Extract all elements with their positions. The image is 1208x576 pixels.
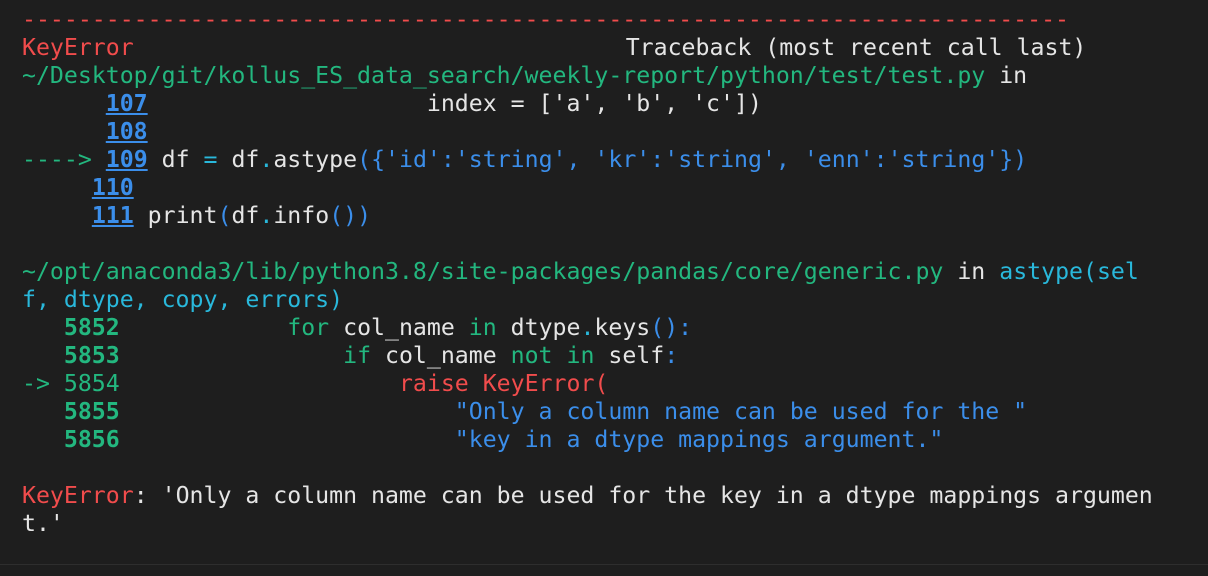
frame2-file-path[interactable]: ~/opt/anaconda3/lib/python3.8/site-packa… xyxy=(22,258,943,285)
code-token: = xyxy=(189,146,232,173)
code-line-107: 107 index = ['a', 'b', 'c']) xyxy=(22,90,1202,118)
line-number-5856: 5856 xyxy=(63,426,120,453)
code-token: . xyxy=(259,202,274,229)
line-number-link-107[interactable]: 107 xyxy=(106,90,148,117)
code-token: ( xyxy=(594,370,609,397)
frame2-function-cont: f, dtype, copy, errors) xyxy=(22,286,344,313)
code-token: print xyxy=(147,202,218,229)
code-token: . xyxy=(580,314,595,341)
code-token: col_name xyxy=(329,314,469,341)
final-error-message-cont: t.' xyxy=(22,510,64,537)
frame1-file-path[interactable]: ~/Desktop/git/kollus_ES_data_search/week… xyxy=(22,62,985,89)
code-line-5855: 5855 "Only a column name can be used for… xyxy=(22,398,1202,426)
final-error-message: : 'Only a column name can be used for th… xyxy=(133,482,1153,509)
final-error-name: KeyError xyxy=(22,482,134,509)
code-token: info xyxy=(273,202,330,229)
code-token: dtype xyxy=(496,314,581,341)
code-token: keys xyxy=(594,314,651,341)
line-number-5854: 5854 xyxy=(63,370,120,397)
code-token: if xyxy=(343,342,372,369)
line-number-link-108[interactable]: 108 xyxy=(106,118,148,145)
traceback-separator: ----------------------------------------… xyxy=(22,6,1070,33)
frame2-path-line: ~/opt/anaconda3/lib/python3.8/site-packa… xyxy=(22,258,1202,286)
current-line-arrow: ----> xyxy=(22,146,92,173)
final-error-line: KeyError: 'Only a column name can be use… xyxy=(22,482,1202,510)
code-token: df xyxy=(161,146,190,173)
error-name: KeyError xyxy=(22,34,134,61)
code-line-5854: -> 5854 raise KeyError( xyxy=(22,370,1202,398)
code-string: "Only a column name can be used for the … xyxy=(454,398,1028,425)
code-line-5856: 5856 "key in a dtype mappings argument." xyxy=(22,426,1202,454)
code-token: : xyxy=(664,342,679,369)
code-token: ()) xyxy=(329,202,372,229)
code-string: "key in a dtype mappings argument." xyxy=(454,426,944,453)
traceback-header: Traceback (most recent call last) xyxy=(625,34,1087,61)
traceback-header-line: KeyError Traceback (most recent call last… xyxy=(22,34,1202,62)
frame1-in-word: in xyxy=(999,62,1028,89)
line-number-5853: 5853 xyxy=(63,342,120,369)
code-token: df xyxy=(231,202,260,229)
code-token: . xyxy=(259,146,274,173)
line-number-link-111[interactable]: 111 xyxy=(92,202,134,229)
code-line-5852: 5852 for col_name in dtype.keys(): xyxy=(22,314,1202,342)
code-token: df xyxy=(231,146,260,173)
current-line-arrow: -> xyxy=(22,370,64,397)
line-number-5855: 5855 xyxy=(63,398,120,425)
frame1-path-line: ~/Desktop/git/kollus_ES_data_search/week… xyxy=(22,62,1202,90)
code-token: in xyxy=(468,314,497,341)
code-line-111: 111 print(df.info()) xyxy=(22,202,1202,230)
code-token: KeyError xyxy=(482,370,595,397)
code-token: (): xyxy=(650,314,693,341)
output-bottom-border xyxy=(0,564,1208,565)
frame2-in-word: in xyxy=(957,258,986,285)
code-token: ({'id':'string', 'kr':'string', 'enn':'s… xyxy=(357,146,1028,173)
line-number-5852: 5852 xyxy=(63,314,120,341)
code-line-108: 108 xyxy=(22,118,1202,146)
code-token: self xyxy=(594,342,665,369)
code-line-5853: 5853 if col_name not in self: xyxy=(22,342,1202,370)
code-token: for xyxy=(287,314,330,341)
terminal-output: ----------------------------------------… xyxy=(22,6,1202,538)
code-text-107: index = ['a', 'b', 'c']) xyxy=(147,90,762,117)
code-line-109: ----> 109 df = df.astype({'id':'string',… xyxy=(22,146,1202,174)
code-token: ( xyxy=(217,202,232,229)
code-token: astype xyxy=(273,146,358,173)
code-token: raise xyxy=(398,370,469,397)
line-number-link-109[interactable]: 109 xyxy=(106,146,148,173)
line-number-link-110[interactable]: 110 xyxy=(92,174,134,201)
code-line-110: 110 xyxy=(22,174,1202,202)
frame2-function: astype(sel xyxy=(999,258,1139,285)
code-token: not in xyxy=(510,342,595,369)
code-token: col_name xyxy=(371,342,511,369)
